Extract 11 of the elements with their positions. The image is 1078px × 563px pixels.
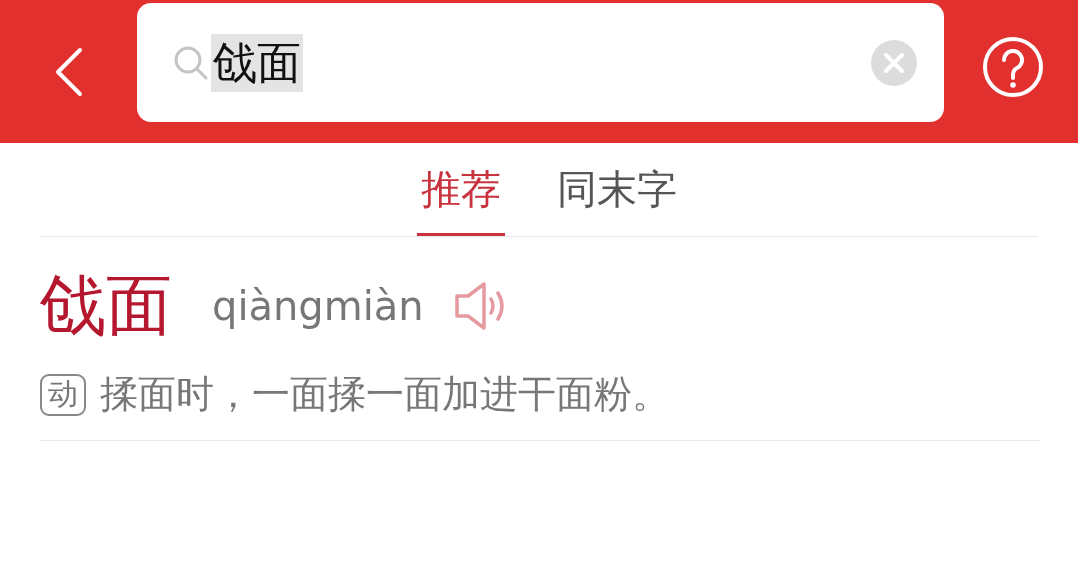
back-icon[interactable] bbox=[54, 46, 84, 97]
search-field[interactable]: 戗面 bbox=[137, 3, 944, 122]
definition-text: 揉面时，一面揉一面加进干面粉。 bbox=[100, 371, 670, 418]
headword: 戗面 bbox=[40, 266, 172, 346]
part-of-speech-tag: 动 bbox=[40, 373, 86, 416]
help-icon[interactable] bbox=[982, 35, 1044, 98]
search-text: 戗面 bbox=[211, 33, 303, 92]
tab[interactable]: 同末字 bbox=[553, 161, 681, 236]
tab[interactable]: 推荐 bbox=[417, 161, 505, 236]
pinyin: qiàngmiàn bbox=[212, 283, 424, 329]
search-icon bbox=[173, 44, 209, 81]
